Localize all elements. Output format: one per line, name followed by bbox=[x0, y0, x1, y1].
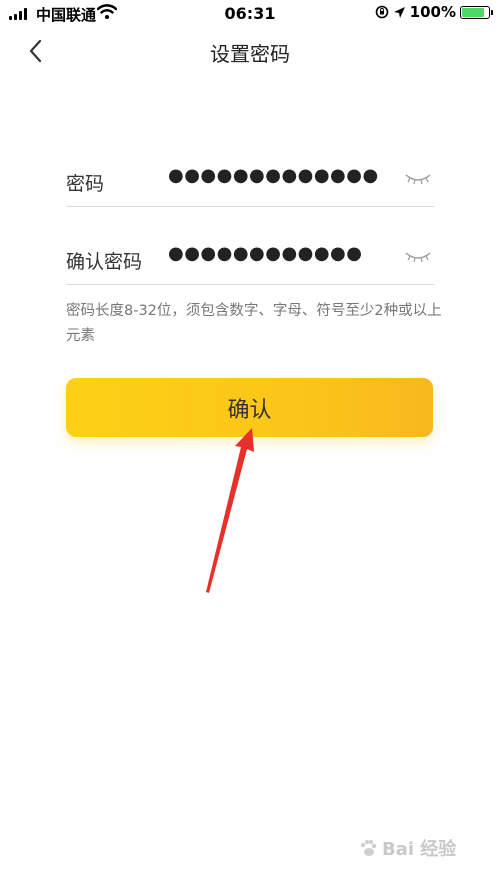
password-field[interactable] bbox=[166, 164, 390, 187]
annotation-arrow bbox=[206, 428, 254, 593]
battery-percent: 100% bbox=[409, 3, 456, 21]
confirm-button[interactable]: 确认 bbox=[66, 378, 433, 437]
watermark-text: Bai 经验 bbox=[382, 839, 457, 860]
confirm-password-row: 确认密码 bbox=[66, 234, 434, 285]
password-label: 密码 bbox=[66, 173, 105, 195]
password-row: 密码 bbox=[66, 156, 434, 207]
password-hint: 密码长度8-32位，须包含数字、字母、符号至少2种或以上元素 bbox=[66, 303, 442, 344]
status-bar: 中国联通 06:31 100% bbox=[0, 0, 500, 26]
confirm-button-label: 确认 bbox=[227, 397, 272, 423]
confirm-password-label: 确认密码 bbox=[66, 251, 143, 273]
nav-bar: 设置密码 bbox=[0, 30, 500, 74]
orientation-lock-icon bbox=[375, 5, 388, 19]
baidu-watermark: Bai 经验 bbox=[358, 835, 456, 861]
eye-closed-icon[interactable] bbox=[404, 248, 432, 266]
eye-closed-icon[interactable] bbox=[404, 170, 432, 188]
paw-icon bbox=[360, 839, 377, 856]
battery-icon bbox=[460, 5, 493, 19]
location-icon bbox=[393, 6, 405, 18]
page-title: 设置密码 bbox=[210, 42, 290, 66]
confirm-password-field[interactable] bbox=[166, 242, 390, 265]
